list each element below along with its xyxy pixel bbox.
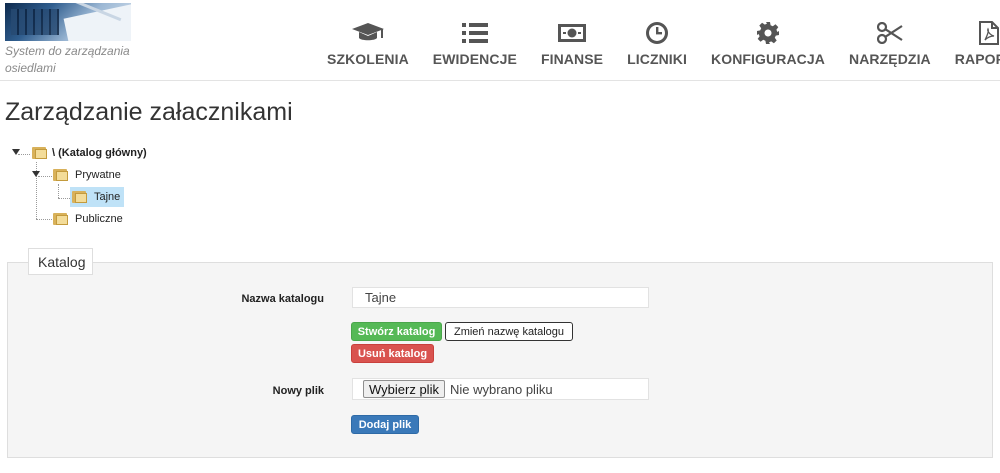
- nav-label: FINANSE: [540, 51, 604, 67]
- folder-icon: [32, 146, 48, 160]
- nav-item-szkolenia[interactable]: SZKOLENIA: [327, 0, 409, 80]
- tree-node-publiczne[interactable]: Publiczne: [53, 209, 123, 229]
- nav-item-raporty[interactable]: RAPORTY: [955, 0, 1000, 80]
- new-file-label: Nowy plik: [272, 385, 324, 397]
- new-file-input[interactable]: Wybierz plik Nie wybrano pliku: [352, 378, 649, 400]
- tree-node-root[interactable]: \ (Katalog główny): [32, 143, 147, 163]
- choose-file-button[interactable]: Wybierz plik: [363, 380, 445, 398]
- header: System do zarządzania osiedlami SZKOLENI…: [0, 0, 1000, 81]
- tree-node-label: Publiczne: [75, 213, 123, 225]
- logo-keyboard-graphic: [11, 9, 59, 35]
- gear-icon: [756, 21, 779, 45]
- tree-connector: [58, 184, 59, 198]
- catalog-name-label: Nazwa katalogu: [241, 293, 324, 305]
- money-icon: [558, 21, 587, 45]
- page-title: Zarządzanie załacznikami: [5, 98, 293, 126]
- folder-icon: [72, 190, 88, 204]
- nav-item-ewidencje[interactable]: EWIDENCJE: [433, 0, 517, 80]
- nav-label: KONFIGURACJA: [711, 51, 825, 67]
- nav-item-narzedzia[interactable]: NARZĘDZIA: [849, 0, 931, 80]
- catalog-legend: Katalog: [28, 248, 93, 275]
- nav-label: RAPORTY: [954, 51, 1000, 67]
- tree-node-label: Prywatne: [75, 169, 121, 181]
- scissors-icon: [876, 21, 903, 45]
- folder-icon: [53, 212, 69, 226]
- catalog-name-input[interactable]: Tajne: [352, 287, 649, 308]
- graduation-cap-icon: [351, 21, 385, 45]
- tree-connector: [18, 154, 30, 155]
- logo[interactable]: [5, 3, 131, 41]
- nav-label: LICZNIKI: [627, 51, 687, 67]
- add-file-button[interactable]: Dodaj plik: [351, 415, 419, 434]
- tree-node-label: \ (Katalog główny): [52, 147, 147, 159]
- rename-catalog-button[interactable]: Zmień nazwę katalogu: [445, 322, 573, 341]
- file-status-text: Nie wybrano pliku: [449, 381, 553, 397]
- nav-item-finanse[interactable]: FINANSE: [541, 0, 603, 80]
- nav-label: EWIDENCJE: [432, 51, 517, 67]
- pdf-file-icon: [979, 21, 1000, 45]
- tree-node-label: Tajne: [94, 191, 121, 203]
- nav-item-konfiguracja[interactable]: KONFIGURACJA: [711, 0, 825, 80]
- nav-label: NARZĘDZIA: [848, 51, 931, 67]
- main-nav: SZKOLENIA EWIDENCJE FINANSE LICZNIKI KON…: [316, 0, 1000, 80]
- tree-node-tajne[interactable]: Tajne: [70, 187, 125, 207]
- nav-label: SZKOLENIA: [327, 51, 409, 67]
- nav-item-liczniki[interactable]: LICZNIKI: [627, 0, 687, 80]
- tree-connector: [36, 219, 52, 220]
- list-icon: [461, 21, 488, 45]
- create-catalog-button[interactable]: Stwórz katalog: [351, 322, 442, 341]
- clock-icon: [646, 21, 668, 45]
- tree-node-prywatne[interactable]: Prywatne: [53, 165, 121, 185]
- folder-icon: [53, 168, 69, 182]
- tree-connector: [38, 176, 52, 177]
- delete-catalog-button[interactable]: Usuń katalog: [351, 344, 434, 363]
- app-tagline: System do zarządzania osiedlami: [5, 44, 130, 75]
- tree-connector: [58, 198, 70, 199]
